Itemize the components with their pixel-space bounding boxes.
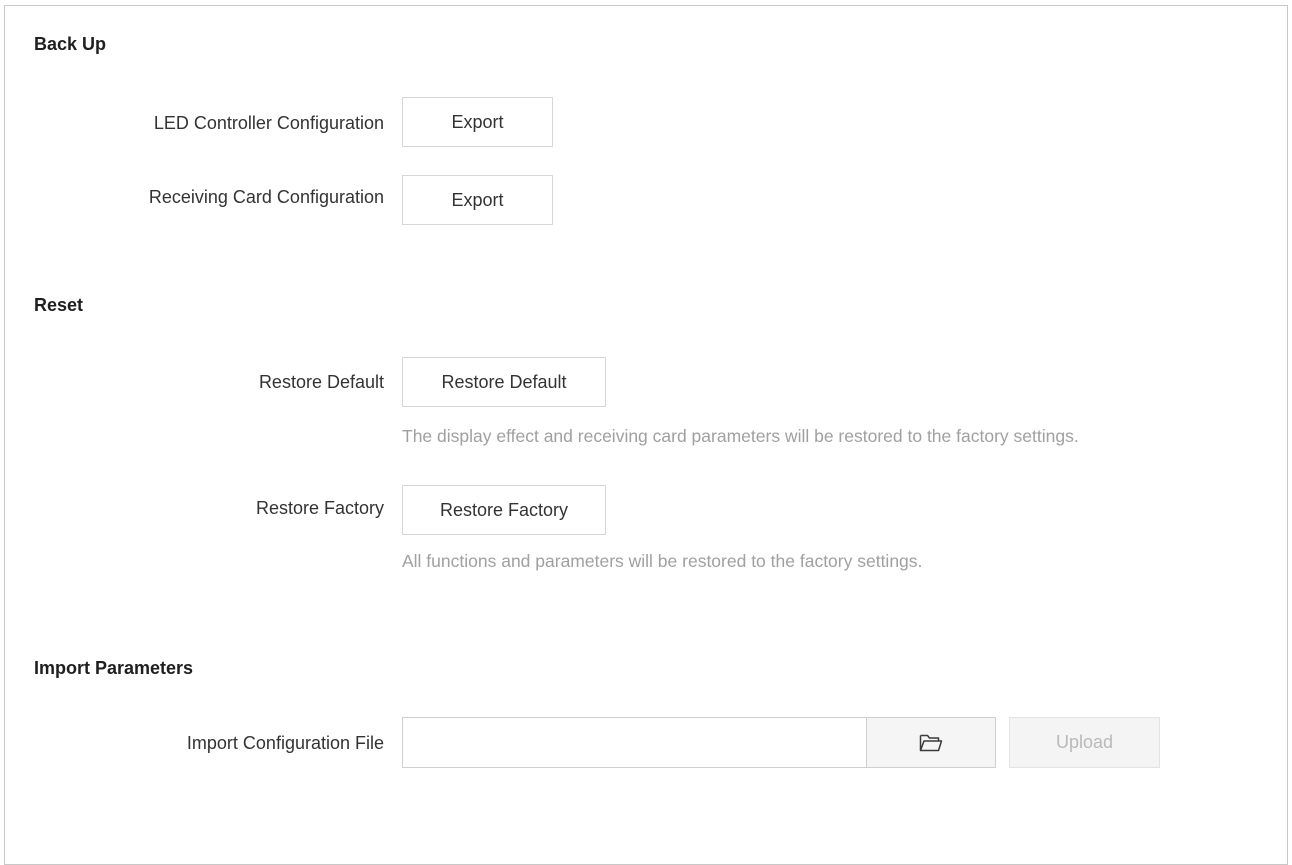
- led-controller-config-label: LED Controller Configuration: [153, 113, 384, 133]
- config-file-path-input[interactable]: [402, 717, 867, 768]
- import-config-file-label: Import Configuration File: [186, 733, 384, 753]
- export-led-controller-button[interactable]: Export: [402, 97, 553, 147]
- browse-file-button[interactable]: [866, 717, 996, 768]
- restore-default-label: Restore Default: [258, 372, 384, 392]
- export-receiving-card-button[interactable]: Export: [402, 175, 553, 225]
- section-title-backup: Back Up: [34, 34, 107, 54]
- restore-factory-hint: All functions and parameters will be res…: [402, 551, 923, 571]
- restore-factory-button[interactable]: Restore Factory: [402, 485, 606, 535]
- receiving-card-config-label: Receiving Card Configuration: [148, 187, 384, 207]
- folder-open-icon: [919, 734, 943, 751]
- upload-button[interactable]: Upload: [1009, 717, 1160, 768]
- section-title-import-parameters: Import Parameters: [34, 658, 194, 678]
- restore-default-hint: The display effect and receiving card pa…: [402, 426, 1079, 446]
- restore-default-button[interactable]: Restore Default: [402, 357, 606, 407]
- restore-factory-label: Restore Factory: [255, 498, 384, 518]
- section-title-reset: Reset: [34, 295, 84, 315]
